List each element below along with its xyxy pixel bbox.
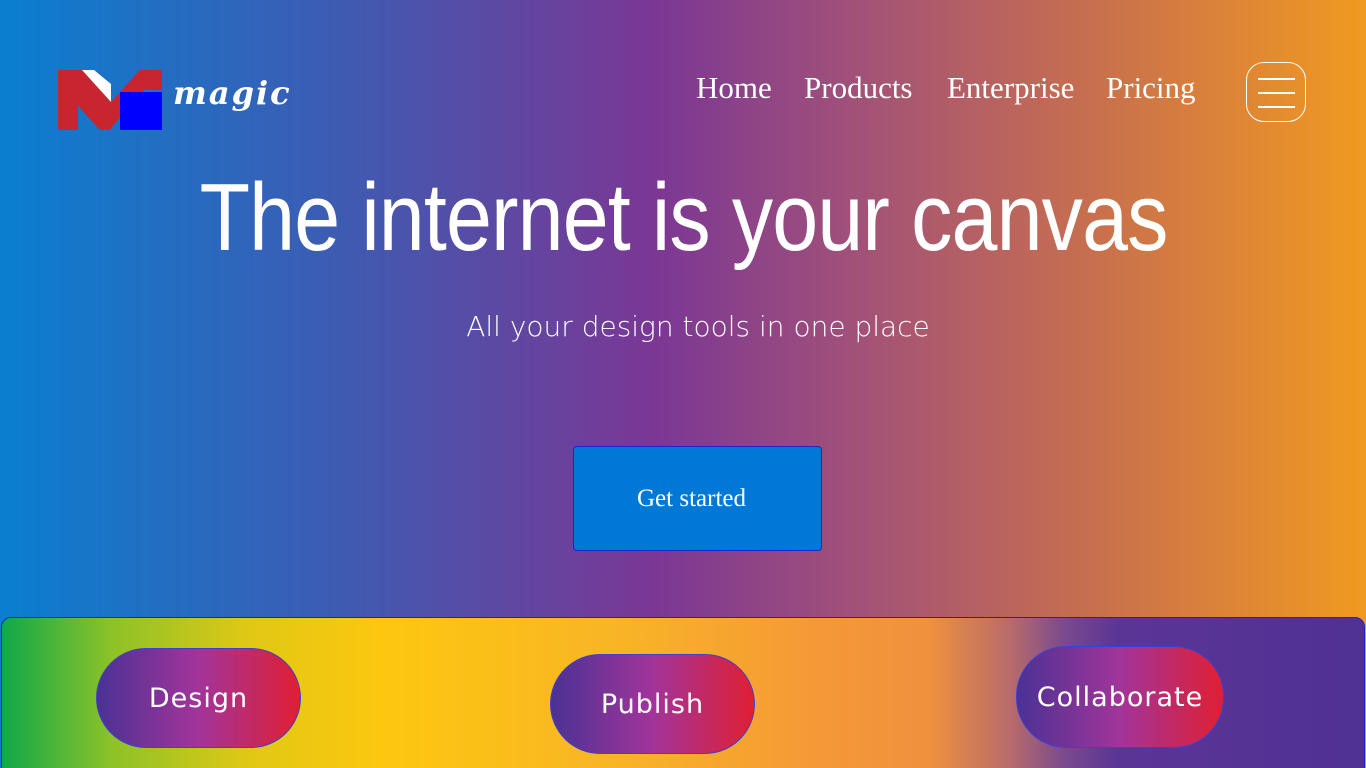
hero-subtitle: All your design tools in one place <box>466 310 930 343</box>
hero-title: The internet is your canvas <box>199 164 1169 271</box>
collaborate-pill-button[interactable]: Collaborate <box>1016 646 1224 748</box>
design-pill-button[interactable]: Design <box>96 648 301 748</box>
get-started-button[interactable]: Get started <box>573 446 822 551</box>
publish-pill-button[interactable]: Publish <box>550 654 755 754</box>
brand-logo[interactable]: magic <box>58 70 298 132</box>
nav-link-enterprise[interactable]: Enterprise <box>947 70 1074 106</box>
hamburger-menu-button[interactable] <box>1246 62 1306 122</box>
nav-link-products[interactable]: Products <box>804 70 913 106</box>
nav-link-home[interactable]: Home <box>696 70 772 106</box>
brand-wordmark: magic <box>173 74 292 112</box>
feature-bar: Design Publish Collaborate <box>1 617 1365 768</box>
nav-link-pricing[interactable]: Pricing <box>1106 70 1196 106</box>
m-logo-icon <box>58 70 162 130</box>
